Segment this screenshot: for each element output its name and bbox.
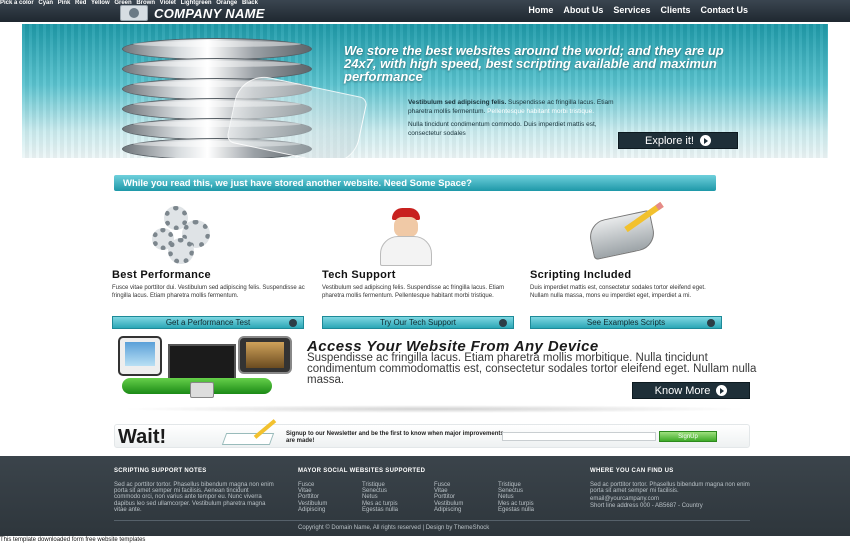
social-link[interactable]: Egestas nulla <box>362 507 398 513</box>
examples-scripts-button[interactable]: See Examples Scripts <box>530 316 722 329</box>
header-bar: Pick a color Cyan Pink Red Yellow Green … <box>0 0 850 22</box>
social-link[interactable]: Vestibulum <box>298 501 327 507</box>
newsletter-text: Signup to our Newsletter and be the firs… <box>286 431 504 444</box>
footer-heading: WHERE YOU CAN FIND US <box>590 468 674 474</box>
server-icon <box>190 382 214 398</box>
footer-col-social: MAYOR SOCIAL WEBSITES SUPPORTED <box>298 468 425 474</box>
color-option-yellow[interactable]: Yellow <box>91 0 110 6</box>
newsletter-email-input[interactable] <box>502 432 656 441</box>
footer-col-scripting: SCRIPTING SUPPORT NOTES Sed ac porttitor… <box>114 468 276 513</box>
phone-icon <box>118 336 162 376</box>
smartphone-icon <box>238 336 292 374</box>
logo-icon <box>120 5 148 21</box>
copyright: Copyright © Domain Name, All rights rese… <box>298 525 490 531</box>
social-list-3: Fusce Vitae Porttitor Vestibulum Adipisc… <box>434 482 463 513</box>
script-paper-icon <box>530 201 724 266</box>
footer-address: Short line address 000 - AB5687 - Countr… <box>590 502 703 509</box>
social-link[interactable]: Adipiscing <box>298 507 327 513</box>
feature-title: Tech Support <box>322 269 396 281</box>
footer: SCRIPTING SUPPORT NOTES Sed ac porttitor… <box>0 456 850 536</box>
hero-banner: We store the best websites around the wo… <box>22 24 828 158</box>
color-option-pink[interactable]: Pink <box>58 0 71 6</box>
footer-heading: MAYOR SOCIAL WEBSITES SUPPORTED <box>298 468 426 474</box>
feature-text: Fusce vitae porttitor dui. Vestibulum se… <box>112 285 305 299</box>
social-link[interactable]: Mes ac turpis <box>362 501 398 507</box>
footer-text: Sed ac porttitor tortor. Phasellus biben… <box>590 482 750 495</box>
color-picker-label: Pick a color <box>0 0 34 6</box>
wait-heading: Wait! <box>118 426 167 448</box>
social-link[interactable]: Vestibulum <box>434 501 463 507</box>
footer-text: Sed ac porttitor tortor. Phasellus biben… <box>114 482 274 513</box>
hero-body: Vestibulum sed adipiscing felis. Suspend… <box>408 99 614 137</box>
signup-button[interactable]: SignUp <box>659 431 717 442</box>
company-name: COMPANY NAME <box>154 5 265 21</box>
nav-services[interactable]: Services <box>613 5 650 15</box>
explore-button[interactable]: Explore it! <box>618 132 738 149</box>
nav-home[interactable]: Home <box>528 5 553 15</box>
nav-clients[interactable]: Clients <box>660 5 690 15</box>
social-list-2: Tristique Senectus Netus Mes ac turpis E… <box>362 482 398 513</box>
footer-col-contact: WHERE YOU CAN FIND US Sed ac porttitor t… <box>590 468 752 509</box>
play-icon <box>699 135 711 146</box>
scroll-illustration <box>225 71 369 158</box>
nav-about-us[interactable]: About Us <box>563 5 603 15</box>
feature-text: Duis imperdiet mattis est, consectetur s… <box>530 285 706 299</box>
company-logo[interactable]: COMPANY NAME <box>120 5 265 21</box>
tech-support-button[interactable]: Try Our Tech Support <box>322 316 514 329</box>
social-link[interactable]: Egestas nulla <box>498 507 534 513</box>
performance-test-button[interactable]: Get a Performance Test <box>112 316 304 329</box>
social-list-1: Fusce Vitae Porttitor Vestibulum Adipisc… <box>298 482 327 513</box>
arrow-icon <box>289 319 297 327</box>
color-option-cyan[interactable]: Cyan <box>38 0 53 6</box>
know-more-button[interactable]: Know More <box>632 382 750 399</box>
play-icon <box>716 385 728 396</box>
devices-illustration <box>118 336 296 402</box>
main-nav: Home About Us Services Clients Contact U… <box>528 5 748 15</box>
hero-title: We store the best websites around the wo… <box>344 43 724 84</box>
arrow-icon <box>499 319 507 327</box>
color-option-red[interactable]: Red <box>75 0 86 6</box>
social-link[interactable]: Mes ac turpis <box>498 501 534 507</box>
feature-title: Best Performance <box>112 269 211 281</box>
feature-best-performance: Best Performance Fusce vitae porttitor d… <box>112 204 306 329</box>
arrow-icon <box>707 319 715 327</box>
social-list-4: Tristique Senectus Netus Mes ac turpis E… <box>498 482 534 513</box>
feature-title: Scripting Included <box>530 269 632 281</box>
nav-contact-us[interactable]: Contact Us <box>700 5 748 15</box>
download-credit: This template downloaded form free websi… <box>0 537 146 543</box>
free-templates-link[interactable]: free website templates <box>85 537 145 543</box>
gears-icon <box>112 204 306 266</box>
feature-scripting: Scripting Included Duis imperdiet mattis… <box>530 201 724 329</box>
promo-ribbon: While you read this, we just have stored… <box>114 175 716 191</box>
notepad-pencil-icon <box>221 419 282 445</box>
feature-tech-support: Tech Support Vestibulum sed adipiscing f… <box>322 204 516 329</box>
footer-divider <box>114 520 750 521</box>
feature-text: Vestibulum sed adipiscing felis. Suspend… <box>322 285 505 299</box>
support-person-icon <box>322 204 516 266</box>
footer-heading: SCRIPTING SUPPORT NOTES <box>114 468 207 474</box>
social-link[interactable]: Adipiscing <box>434 507 463 513</box>
divider-shadow <box>120 405 750 413</box>
